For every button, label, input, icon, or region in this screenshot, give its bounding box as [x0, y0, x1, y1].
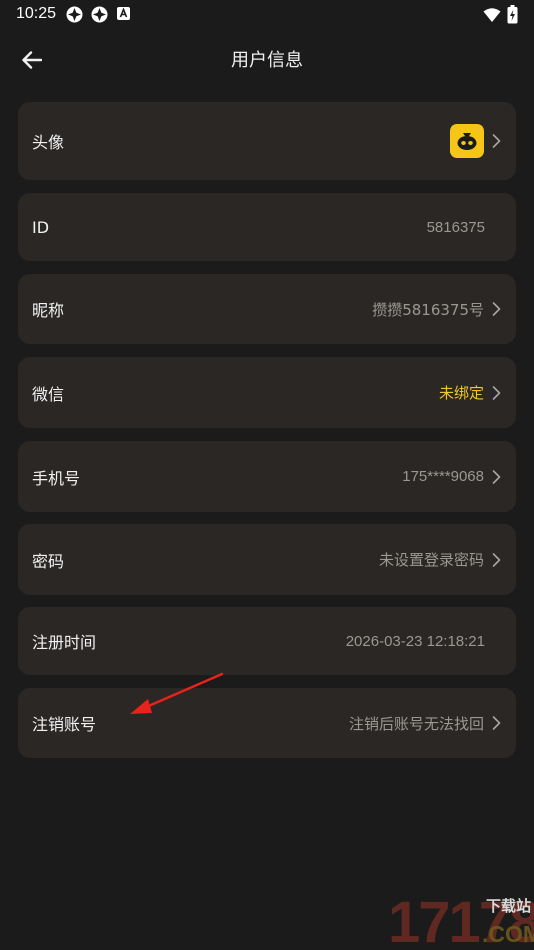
site-watermark-logo: 17178 .COM 下载站 — [388, 890, 534, 950]
avatar — [450, 124, 484, 158]
row-avatar[interactable]: 头像 — [18, 102, 516, 180]
row-phone[interactable]: 手机号 175****9068 — [18, 441, 516, 512]
app-notification-icon-2 — [91, 6, 108, 23]
row-label: 注册时间 — [32, 633, 97, 652]
row-label: 手机号 — [32, 468, 81, 488]
top-app-bar: 用户信息 — [0, 36, 534, 82]
row-right: 未设置登录密码 — [379, 549, 502, 570]
chevron-right-icon — [490, 715, 502, 731]
row-nickname[interactable]: 昵称 攒攒5816375号 — [18, 274, 516, 344]
cancel-account-hint: 注销后账号无法找回 — [348, 714, 484, 733]
status-bar: 10:25 — [0, 0, 534, 28]
svg-text:.COM: .COM — [482, 921, 534, 947]
app-notification-icon — [66, 6, 83, 23]
status-time: 10:25 — [16, 5, 57, 22]
row-wechat[interactable]: 微信 未绑定 — [18, 357, 516, 428]
row-right: 注销后账号无法找回 — [349, 713, 502, 734]
row-right: 5816375 — [427, 219, 485, 236]
wechat-status-value: 未绑定 — [438, 384, 484, 402]
row-id: ID 5816375 — [18, 193, 516, 261]
arrow-left-icon — [22, 51, 42, 69]
wifi-icon — [483, 7, 501, 27]
chevron-right-icon — [490, 552, 502, 568]
money-bag-icon — [457, 133, 477, 150]
row-right: 175****9068 — [402, 468, 502, 485]
text-notification-icon — [116, 6, 133, 23]
row-right: 2026-03-23 12:18:21 — [346, 633, 485, 650]
row-label: 注销账号 — [32, 715, 97, 734]
page-title: 用户信息 — [231, 50, 303, 71]
phone-value: 175****9068 — [402, 468, 484, 485]
password-status-value: 未设置登录密码 — [378, 551, 484, 569]
row-label: 昵称 — [32, 301, 65, 320]
row-cancel-account[interactable]: 注销账号 注销后账号无法找回 — [18, 688, 516, 758]
chevron-right-icon — [490, 469, 502, 485]
row-register-time: 注册时间 2026-03-23 12:18:21 — [18, 607, 516, 675]
chevron-right-icon — [490, 385, 502, 401]
row-label: 头像 — [32, 133, 65, 152]
battery-icon — [507, 5, 518, 28]
chevron-right-icon — [490, 133, 502, 149]
row-label: 微信 — [32, 384, 65, 404]
row-label: ID — [32, 217, 50, 237]
svg-text:下载站: 下载站 — [486, 897, 531, 915]
status-right — [483, 5, 518, 28]
row-right: 未绑定 — [439, 382, 502, 403]
nickname-value: 攒攒5816375号 — [372, 300, 484, 319]
row-password[interactable]: 密码 未设置登录密码 — [18, 524, 516, 595]
row-right — [450, 124, 502, 158]
row-label: 密码 — [32, 551, 65, 571]
row-right: 攒攒5816375号 — [372, 299, 502, 320]
back-button[interactable] — [18, 46, 46, 74]
user-id-value: 5816375 — [426, 218, 485, 236]
register-time-value: 2026-03-23 12:18:21 — [345, 632, 485, 650]
chevron-right-icon — [490, 301, 502, 317]
